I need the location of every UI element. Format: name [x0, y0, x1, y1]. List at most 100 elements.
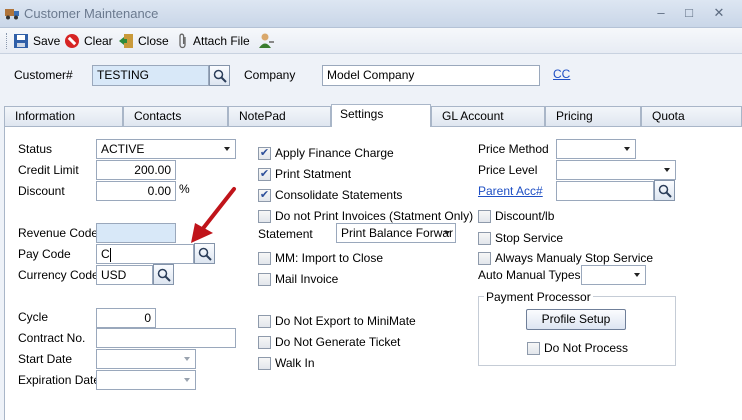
status-label: Status [18, 142, 53, 156]
cc-link[interactable]: CC [553, 67, 570, 81]
stop-service-checkbox[interactable]: Stop Service [478, 230, 563, 246]
price-level-label: Price Level [478, 163, 538, 177]
mm-import-label: MM: Import to Close [275, 251, 384, 265]
no-print-invoices-checkbox[interactable]: Do not Print Invoices (Statment Only) [258, 208, 473, 224]
company-label: Company [244, 68, 296, 82]
credit-limit-label: Credit Limit [18, 163, 79, 177]
save-button[interactable]: Save [13, 32, 60, 50]
credit-limit-field[interactable]: 200.00 [96, 160, 176, 180]
checkbox-box [527, 341, 540, 355]
discount-lb-checkbox[interactable]: Discount/lb [478, 208, 554, 224]
discount-label: Discount [18, 184, 65, 198]
checkbox-box [478, 251, 491, 265]
contract-field[interactable] [96, 328, 236, 348]
checkbox-box [258, 314, 271, 328]
clear-label: Clear [84, 34, 113, 48]
no-generate-ticket-label: Do Not Generate Ticket [275, 335, 401, 349]
expiration-date-label: Expiration Date [18, 373, 101, 387]
apply-finance-label: Apply Finance Charge [275, 146, 394, 160]
magnifier-icon [157, 268, 171, 282]
always-manual-stop-checkbox[interactable]: Always Manualy Stop Service [478, 250, 653, 266]
customer-lookup-button[interactable] [209, 65, 230, 86]
no-generate-ticket-checkbox[interactable]: Do Not Generate Ticket [258, 334, 400, 350]
do-not-process-label: Do Not Process [544, 341, 629, 355]
pay-code-value: C [101, 247, 110, 261]
stop-service-label: Stop Service [495, 231, 564, 245]
tab-gl-account[interactable]: GL Account [431, 106, 545, 126]
user-tools-icon [259, 33, 274, 48]
start-date-picker[interactable] [96, 349, 196, 369]
no-print-invoices-label: Do not Print Invoices (Statment Only) [275, 209, 474, 223]
checkbox-box: ✔ [258, 167, 271, 181]
checkbox-box: ✔ [258, 188, 271, 202]
tab-information[interactable]: Information [4, 106, 123, 126]
clear-button[interactable]: Clear [64, 32, 113, 50]
statement-dropdown[interactable]: Print Balance Forwar [336, 223, 456, 243]
toolbar-grip[interactable] [6, 33, 9, 49]
pay-code-label: Pay Code [18, 247, 71, 261]
price-method-label: Price Method [478, 142, 549, 156]
cycle-field[interactable]: 0 [96, 308, 156, 328]
auto-manual-types-dropdown[interactable] [581, 265, 646, 285]
mm-import-checkbox[interactable]: MM: Import to Close [258, 250, 383, 266]
user-settings-button[interactable] [257, 32, 275, 50]
tab-pricing[interactable]: Pricing [545, 106, 641, 126]
maximize-button[interactable]: □ [678, 3, 700, 23]
walk-in-checkbox[interactable]: Walk In [258, 355, 315, 371]
window-title: Customer Maintenance [24, 6, 159, 21]
consolidate-statements-checkbox[interactable]: ✔ Consolidate Statements [258, 187, 402, 203]
mail-invoice-label: Mail Invoice [275, 272, 339, 286]
checkbox-box [258, 272, 271, 286]
parent-acc-field[interactable] [556, 181, 654, 201]
price-level-dropdown[interactable] [556, 160, 676, 180]
tab-quota[interactable]: Quota [641, 106, 742, 126]
tab-contacts[interactable]: Contacts [123, 106, 228, 126]
minimize-button[interactable]: – [650, 3, 672, 23]
attach-file-button[interactable]: Attach File [177, 32, 250, 50]
customer-number-field[interactable]: TESTING [92, 65, 209, 86]
parent-acc-link[interactable]: Parent Acc# [478, 184, 543, 198]
currency-code-field[interactable]: USD [96, 265, 153, 285]
status-dropdown[interactable]: ACTIVE [96, 139, 236, 159]
close-button[interactable]: Close [118, 32, 169, 50]
chevron-down-icon [659, 161, 675, 179]
checkbox-box [258, 356, 271, 370]
price-method-dropdown[interactable] [556, 139, 636, 159]
checkbox-box [258, 335, 271, 349]
contract-label: Contract No. [18, 331, 86, 345]
mail-invoice-checkbox[interactable]: Mail Invoice [258, 271, 338, 287]
discount-lb-label: Discount/lb [495, 209, 555, 223]
cycle-label: Cycle [18, 310, 49, 324]
do-not-process-checkbox[interactable]: Do Not Process [527, 340, 628, 356]
checkbox-box: ✔ [258, 146, 271, 160]
pay-code-field[interactable]: C [96, 244, 194, 264]
company-name-field[interactable]: Model Company [322, 65, 540, 86]
apply-finance-checkbox[interactable]: ✔ Apply Finance Charge [258, 145, 394, 161]
magnifier-icon [658, 184, 672, 198]
app-truck-icon [5, 9, 19, 20]
print-statement-checkbox[interactable]: ✔ Print Statment [258, 166, 351, 182]
close-window-button[interactable]: ✕ [708, 3, 730, 23]
status-value: ACTIVE [101, 142, 145, 156]
tab-settings[interactable]: Settings [331, 104, 431, 127]
always-manual-stop-label: Always Manualy Stop Service [495, 251, 654, 265]
magnifier-icon [213, 69, 227, 83]
chevron-down-icon [629, 266, 645, 284]
discount-field[interactable]: 0.00 [96, 181, 176, 201]
parent-acc-lookup-button[interactable] [654, 180, 675, 201]
chevron-down-icon [219, 140, 235, 158]
checkbox-box [478, 209, 491, 223]
save-label: Save [33, 34, 61, 48]
tab-notepad[interactable]: NotePad [228, 106, 331, 126]
start-date-label: Start Date [18, 352, 73, 366]
revenue-code-field[interactable] [96, 223, 176, 243]
statement-value: Print Balance Forwar [341, 226, 454, 240]
currency-lookup-button[interactable] [153, 264, 174, 285]
chevron-down-icon [179, 350, 195, 368]
expiration-date-picker[interactable] [96, 370, 196, 390]
profile-setup-button[interactable]: Profile Setup [526, 309, 626, 330]
annotation-arrow-icon [191, 187, 236, 243]
no-export-minimate-checkbox[interactable]: Do Not Export to MiniMate [258, 313, 416, 329]
revenue-code-label: Revenue Code [18, 226, 99, 240]
statement-label: Statement [258, 227, 313, 241]
